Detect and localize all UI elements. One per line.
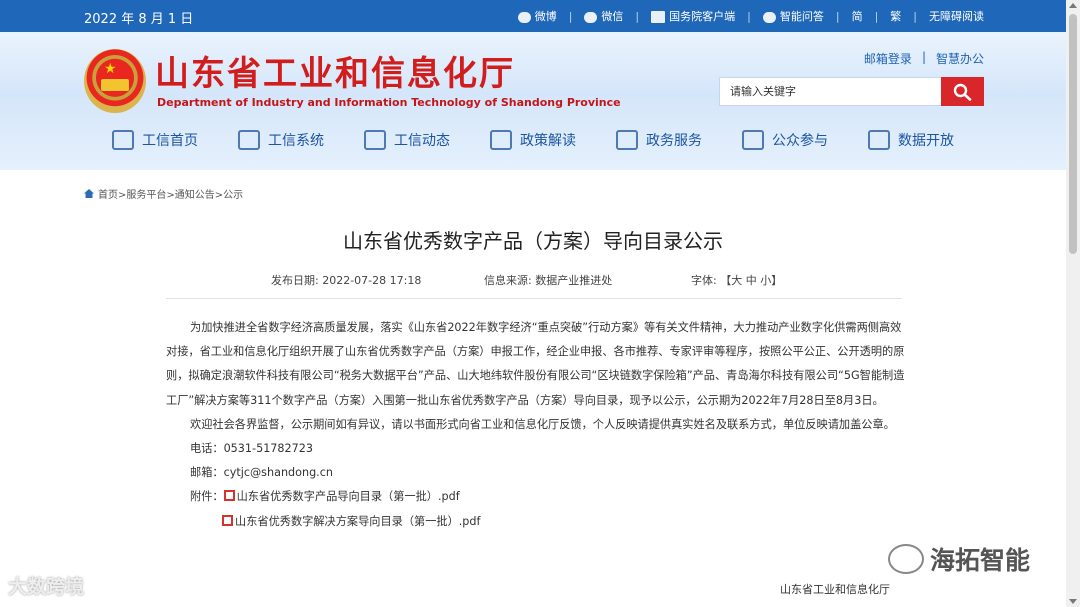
breadcrumb: 首页>服务平台>通知公告>公示: [84, 186, 243, 201]
site-name-english: Department of Industry and Information T…: [157, 96, 621, 109]
home-icon: [112, 130, 134, 150]
site-name[interactable]: 山东省工业和信息化厅: [155, 46, 515, 95]
smart-office-link[interactable]: 智慧办公: [936, 50, 984, 67]
signoff: 山东省工业和信息化厅: [780, 583, 890, 596]
attachment-link[interactable]: 山东省优秀数字解决方案导向目录（第一批）.pdf: [222, 514, 480, 528]
top-links: 微博 | 微信 | 国务院客户端 | 智能问答 | 简 | 繁 | 无障碍阅读: [517, 8, 984, 24]
nav-news[interactable]: 工信动态: [364, 130, 450, 150]
star-icon: ★: [104, 61, 117, 77]
database-icon: [868, 130, 890, 150]
gate-icon: [101, 79, 129, 91]
paragraph: 欢迎社会各界监督，公示期间如有异议，请以书面形式向省工业和信息化厅反馈，个人反映…: [190, 417, 895, 431]
scroll-down-icon[interactable]: [1069, 599, 1077, 604]
weibo-link[interactable]: 微博: [517, 8, 557, 24]
info-source: 信息来源: 数据产业推进处: [484, 274, 613, 287]
accessibility-link[interactable]: 无障碍阅读: [929, 8, 984, 24]
home-icon: [84, 189, 94, 198]
nav-policy[interactable]: 政策解读: [490, 130, 576, 150]
nav-open-data[interactable]: 数据开放: [868, 130, 954, 150]
contact-email: 邮箱：cytjc@shandong.cn: [190, 466, 333, 480]
chart-bars-icon: [616, 130, 638, 150]
nav-services[interactable]: 政务服务: [616, 130, 702, 150]
wechat-bubble-icon: [888, 544, 924, 574]
nav-participation[interactable]: 公众参与: [742, 130, 828, 150]
search-box: [719, 77, 984, 106]
book-icon: [742, 130, 764, 150]
divider: [166, 298, 902, 299]
contact-phone: 电话：0531-51782723: [190, 442, 314, 456]
handshake-icon: [490, 130, 512, 150]
main-nav: 工信首页 工信系统 工信动态 政策解读 政务服务 公众参与 数据开放: [112, 130, 994, 150]
news-icon: [364, 130, 386, 150]
article-title: 山东省优秀数字产品（方案）导向目录公示: [343, 229, 723, 253]
weibo-icon: [517, 11, 531, 23]
attachment-row: 山东省优秀数字解决方案导向目录（第一批）.pdf: [166, 510, 906, 534]
search-input[interactable]: [720, 78, 940, 105]
wechat-link[interactable]: 微信: [584, 8, 623, 24]
site-header: ★ 山东省工业和信息化厅 Department of Industry and …: [0, 32, 1066, 170]
attachment-link[interactable]: 山东省优秀数字产品导向目录（第一批）.pdf: [223, 485, 460, 509]
nav-system[interactable]: 工信系统: [238, 130, 324, 150]
pdf-icon: [223, 490, 235, 502]
pdf-icon: [222, 514, 233, 526]
watermark: 大数跨境: [8, 576, 85, 598]
search-button[interactable]: [941, 77, 984, 106]
mail-login-link[interactable]: 邮箱登录: [864, 50, 912, 67]
state-council-app-link[interactable]: 国务院客户端: [651, 8, 735, 24]
state-council-icon: [651, 11, 666, 23]
wechat-icon: [584, 11, 598, 23]
publish-date: 发布日期: 2022-07-28 17:18: [271, 274, 422, 287]
building-icon: [238, 130, 260, 150]
top-bar: 2022 年 8 月 1 日 微博 | 微信 | 国务院客户端 | 智能问答 |…: [0, 0, 1066, 32]
search-icon: [953, 83, 972, 101]
current-date: 2022 年 8 月 1 日: [84, 12, 194, 27]
robot-icon: [762, 11, 776, 23]
simplified-link[interactable]: 简: [852, 8, 863, 24]
scroll-thumb[interactable]: [1069, 14, 1077, 254]
paragraph: 为加快推进全省数字经济高质量发展，落实《山东省2022年数字经济“重点突破”行动…: [166, 321, 905, 407]
nav-home[interactable]: 工信首页: [112, 130, 198, 150]
traditional-link[interactable]: 繁: [890, 8, 901, 24]
scroll-up-icon[interactable]: [1069, 3, 1077, 8]
font-size-switch[interactable]: 字体: 【大 中 小】: [691, 272, 782, 288]
breadcrumb-path[interactable]: 首页>服务平台>通知公告>公示: [98, 186, 243, 201]
article-body: 为加快推进全省数字经济高质量发展，落实《山东省2022年数字经济“重点突破”行动…: [166, 316, 906, 534]
smart-qa-link[interactable]: 智能问答: [762, 8, 824, 24]
attachment-label: 附件：: [190, 490, 224, 504]
scrollbar[interactable]: [1066, 0, 1080, 607]
header-link-separator: |: [921, 50, 926, 64]
watermark: 海拓智能: [888, 541, 1030, 577]
national-emblem-logo[interactable]: ★: [84, 49, 146, 113]
header-links: 邮箱登录 | 智慧办公: [864, 50, 984, 67]
attachment-row: 附件： 山东省优秀数字产品导向目录（第一批）.pdf: [166, 485, 906, 509]
